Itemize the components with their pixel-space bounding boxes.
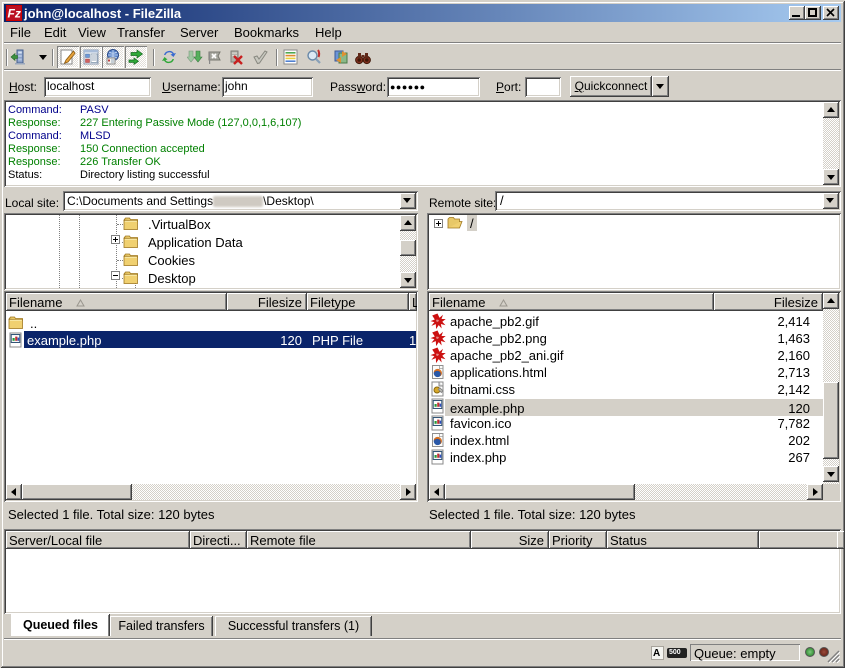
svg-text:Fz: Fz	[8, 7, 21, 21]
